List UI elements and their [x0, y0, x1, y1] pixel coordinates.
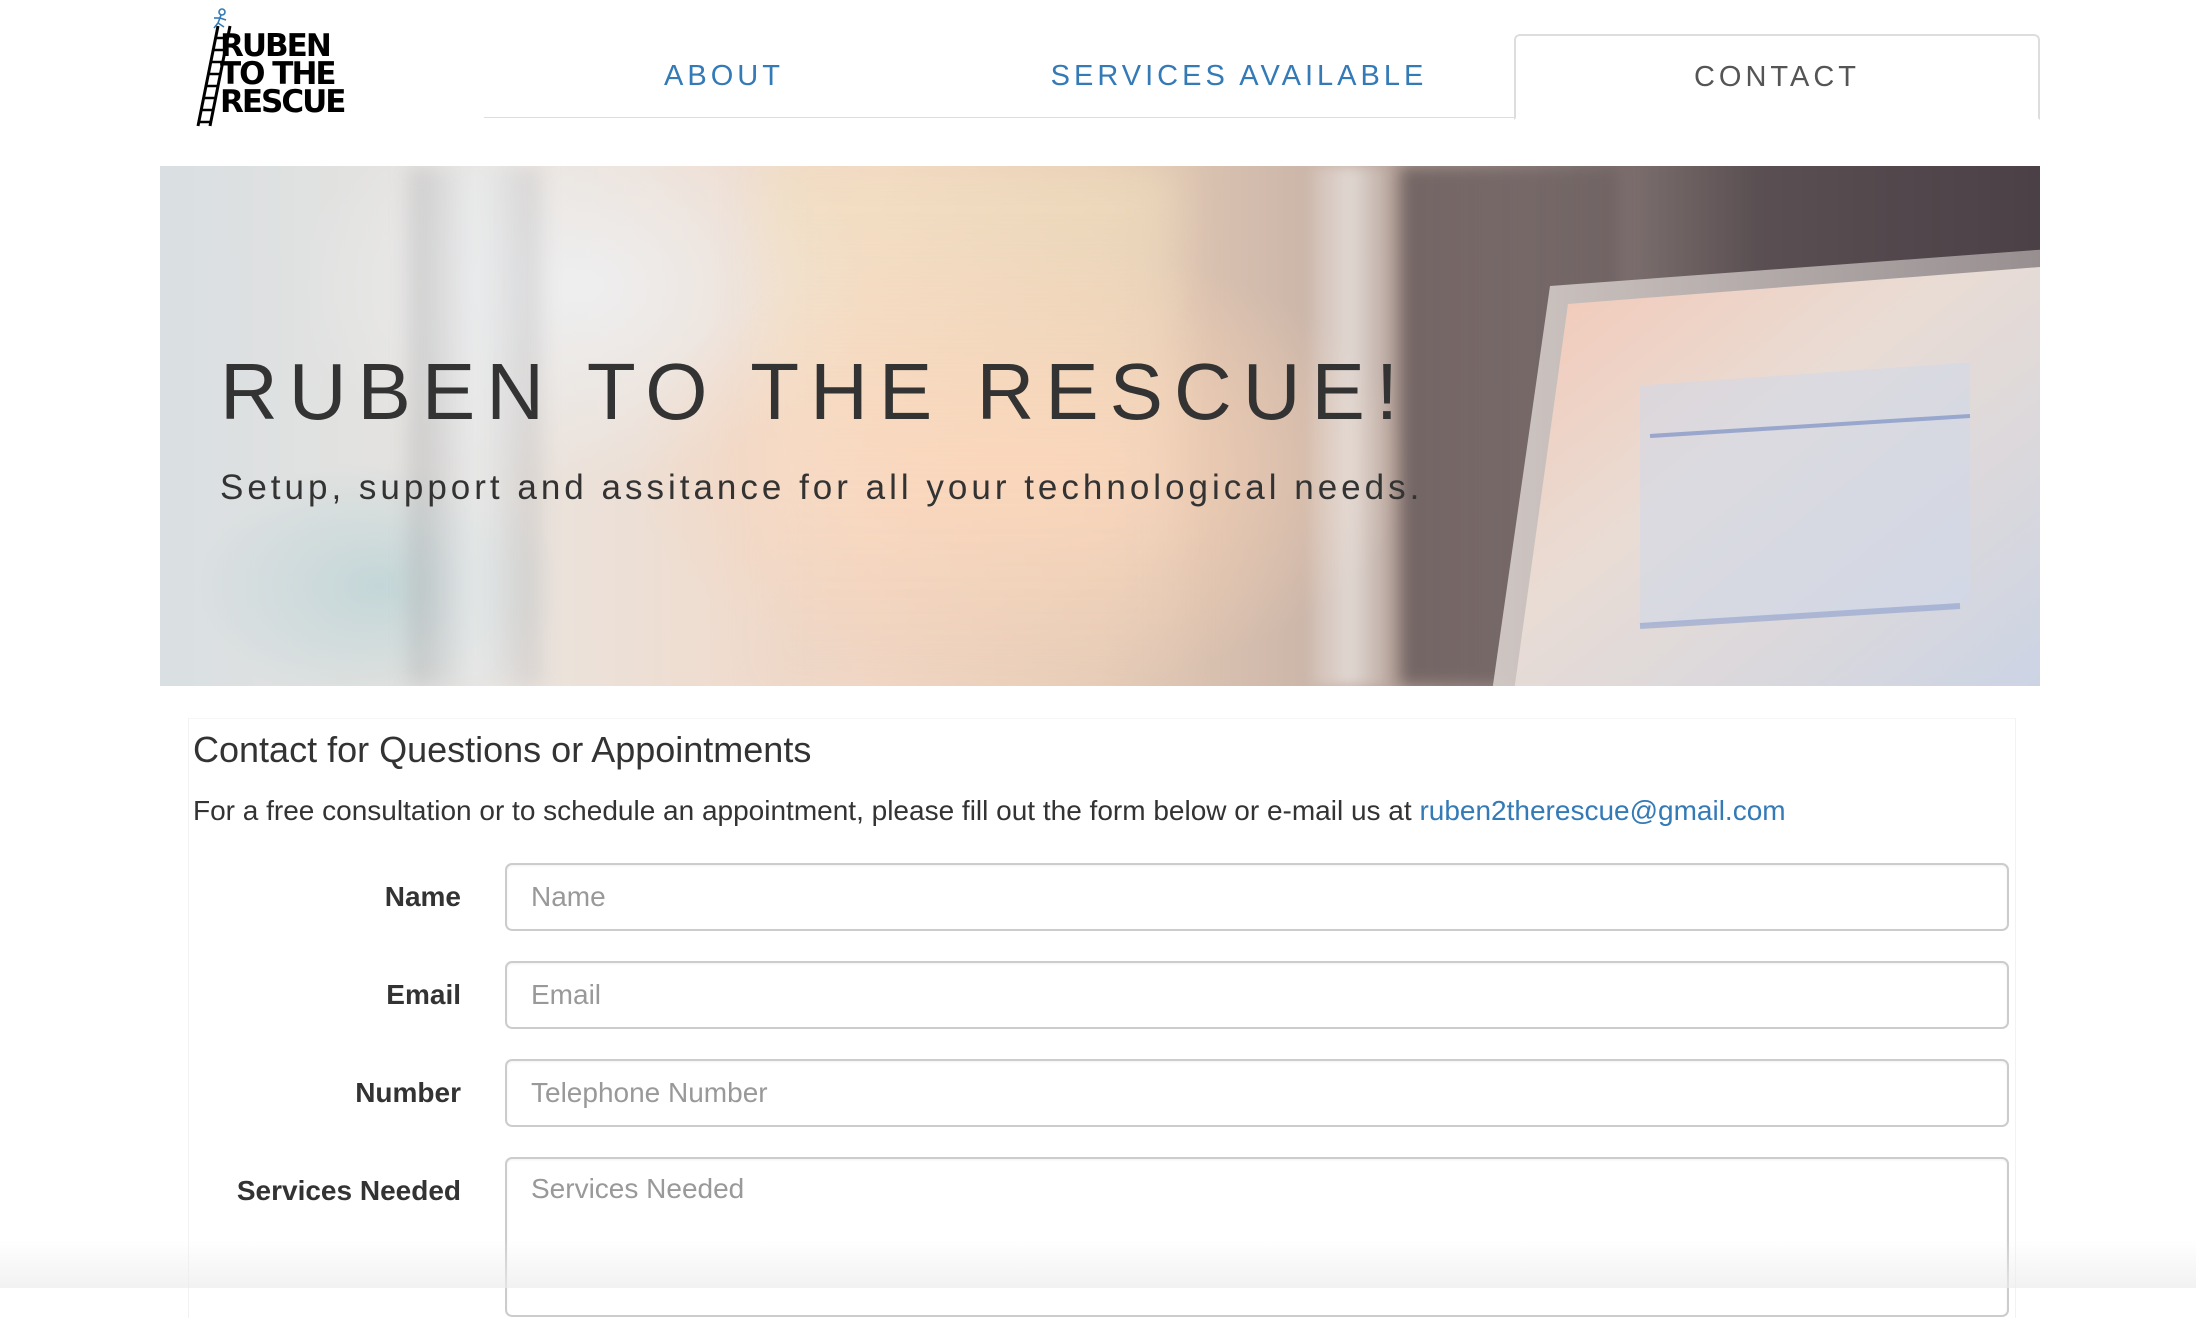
contact-intro: For a free consultation or to schedule a… [193, 795, 1786, 827]
hero-banner: RUBEN TO THE RESCUE! Setup, support and … [160, 166, 2040, 686]
nav-tab-services[interactable]: SERVICES AVAILABLE [964, 34, 1514, 118]
nav-tab-about[interactable]: ABOUT [484, 34, 964, 118]
email-input[interactable] [505, 961, 2009, 1029]
logo-wordmark: RUBEN TO THE RESCUE [220, 31, 360, 120]
form-row-name: Name [189, 863, 2017, 931]
email-label: Email [386, 979, 461, 1010]
form-row-email: Email [189, 961, 2017, 1029]
services-needed-label: Services Needed [236, 1175, 461, 1206]
logo-line-3: RESCUE [220, 84, 346, 120]
name-input[interactable] [505, 863, 2009, 931]
nav-tab-contact[interactable]: CONTACT [1514, 34, 2040, 120]
form-row-number: Number [189, 1059, 2017, 1127]
telephone-input[interactable] [505, 1059, 2009, 1127]
laptop-screen-image [1492, 249, 2040, 686]
contact-email-link[interactable]: ruben2therescue@gmail.com [1419, 795, 1785, 826]
contact-heading: Contact for Questions or Appointments [193, 729, 812, 770]
contact-section: Contact for Questions or Appointments Fo… [188, 718, 2016, 1318]
site-header: RUBEN TO THE RESCUE ABOUT SERVICES AVAIL… [0, 0, 2196, 130]
services-needed-textarea[interactable] [505, 1157, 2009, 1317]
window-bottom-fade [0, 1240, 2196, 1288]
name-label: Name [384, 881, 461, 912]
hero-title: RUBEN TO THE RESCUE! [220, 347, 1410, 436]
site-logo[interactable]: RUBEN TO THE RESCUE [190, 8, 360, 128]
number-label: Number [355, 1077, 461, 1108]
hero-subtitle: Setup, support and assitance for all you… [220, 468, 1424, 507]
form-row-services: Services Needed [189, 1157, 2017, 1317]
contact-intro-text: For a free consultation or to schedule a… [193, 795, 1420, 826]
main-nav: ABOUT SERVICES AVAILABLE CONTACT [484, 34, 2040, 120]
